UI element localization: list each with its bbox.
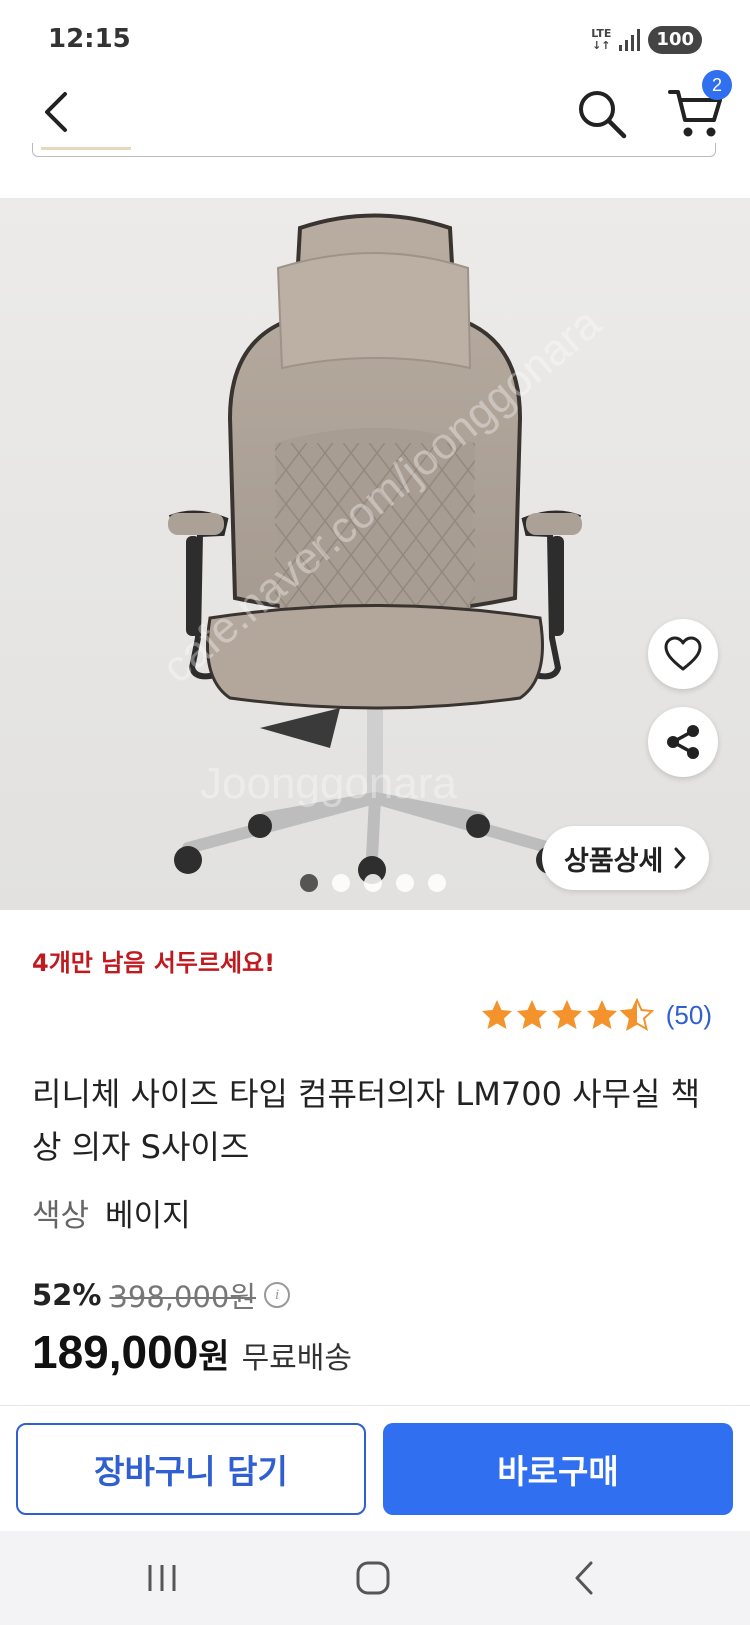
star-rating-icon — [481, 998, 655, 1032]
sale-price: 189,000원 — [32, 1326, 230, 1378]
app-header: 2 — [0, 70, 750, 150]
cart-button[interactable]: 2 — [668, 70, 732, 142]
chevron-right-icon — [674, 847, 686, 869]
lte-icon: LTE ↓↑ — [591, 27, 612, 52]
product-image-carousel[interactable]: cafe.naver.com/joonggonara Joonggonara 상… — [0, 198, 750, 910]
system-nav-bar — [0, 1531, 750, 1625]
info-icon[interactable]: i — [264, 1282, 291, 1308]
add-to-cart-button[interactable]: 장바구니 담기 — [16, 1423, 366, 1515]
product-photo: cafe.naver.com/joonggonara Joonggonara — [153, 213, 610, 884]
option-value: 베이지 — [105, 1198, 191, 1234]
share-button[interactable] — [648, 707, 718, 777]
carousel-dot[interactable] — [332, 874, 350, 892]
chevron-left-icon — [45, 92, 67, 132]
partial-option-strip — [32, 143, 716, 157]
status-time: 12:15 — [48, 24, 131, 54]
svg-text:Joonggonara: Joonggonara — [200, 759, 457, 808]
status-icons: LTE ↓↑ 100 — [591, 26, 702, 54]
discount-rate: 52% — [32, 1278, 102, 1312]
wishlist-button[interactable] — [648, 619, 718, 689]
action-bar: 장바구니 담기 바로구매 — [0, 1405, 750, 1531]
home-icon — [356, 1561, 390, 1595]
share-icon — [667, 725, 699, 759]
product-title: 리니체 사이즈 타입 컴퓨터의자 LM700 사무실 책상 의자 S사이즈 — [32, 1075, 701, 1166]
heart-icon — [664, 636, 702, 671]
buy-now-button[interactable]: 바로구매 — [383, 1423, 733, 1515]
rating-count[interactable]: (50) — [666, 1000, 712, 1031]
signal-icon — [619, 29, 641, 51]
product-detail-button[interactable]: 상품상세 — [542, 826, 710, 890]
color-option: 색상 베이지 — [32, 1190, 191, 1235]
back-icon — [575, 1561, 593, 1595]
price-row: 189,000원 무료배송 — [32, 1325, 352, 1379]
product-detail-label: 상품상세 — [564, 845, 664, 877]
status-bar: 12:15 LTE ↓↑ 100 — [0, 0, 750, 80]
carousel-dot[interactable] — [428, 874, 446, 892]
carousel-dot[interactable] — [396, 874, 414, 892]
battery-indicator: 100 — [648, 26, 702, 54]
search-icon — [579, 91, 627, 139]
cart-count-badge: 2 — [702, 70, 732, 100]
carousel-dot[interactable] — [364, 874, 382, 892]
search-button[interactable] — [574, 86, 630, 142]
option-label: 색상 — [32, 1198, 90, 1234]
carousel-dot[interactable] — [300, 874, 318, 892]
shipping-info: 무료배송 — [241, 1341, 352, 1376]
original-price: 398,000원 — [109, 1280, 257, 1314]
back-button[interactable] — [28, 84, 84, 140]
recent-apps-icon — [148, 1565, 176, 1591]
original-price-row: 52% 398,000원 i — [32, 1274, 291, 1316]
stock-alert: 4개만 남음 서두르세요! — [32, 949, 276, 977]
rating[interactable]: (50) — [480, 998, 712, 1032]
home-button[interactable] — [343, 1553, 403, 1603]
system-back-button[interactable] — [554, 1553, 614, 1603]
recent-apps-button[interactable] — [132, 1553, 192, 1603]
carousel-indicator — [300, 874, 446, 892]
